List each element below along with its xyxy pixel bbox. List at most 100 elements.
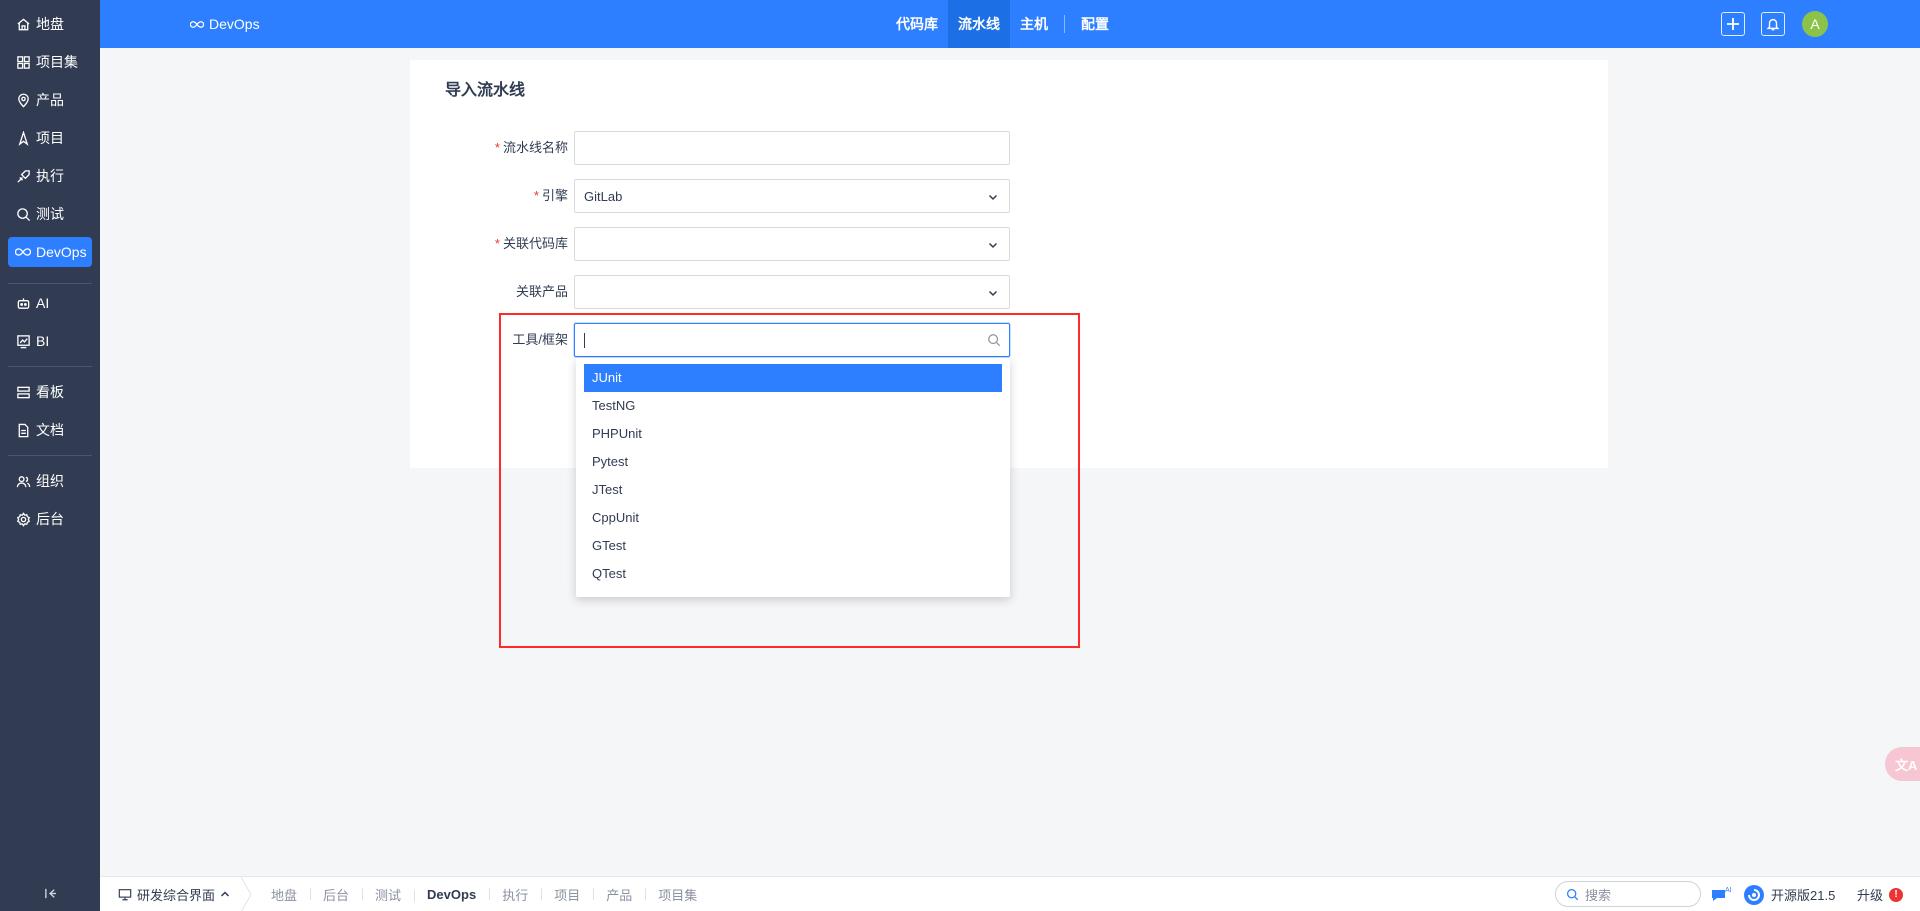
sidebar-item-label: DevOps xyxy=(36,244,87,260)
nav-pipeline[interactable]: 流水线 xyxy=(948,0,1010,48)
app-tab-product[interactable]: 产品 xyxy=(593,885,645,904)
dropdown-option[interactable]: PHPUnit xyxy=(584,420,1002,448)
sidebar-item-label: 项目集 xyxy=(36,54,78,70)
infinity-icon xyxy=(190,20,204,29)
text-caret xyxy=(584,332,585,348)
sidebar-item-label: 项目 xyxy=(36,130,64,146)
engine-select[interactable]: GitLab xyxy=(574,179,1010,213)
sidebar-item-bi[interactable]: BI xyxy=(8,326,92,356)
sidebar-divider xyxy=(8,455,92,456)
notification-button[interactable] xyxy=(1761,12,1785,36)
nav-config[interactable]: 配置 xyxy=(1071,0,1119,48)
app-tab-test[interactable]: 测试 xyxy=(362,885,414,904)
nav-separator xyxy=(1064,15,1065,33)
monitor-icon xyxy=(118,888,132,901)
sidebar-item-label: 执行 xyxy=(36,168,64,184)
repo-select[interactable] xyxy=(574,227,1010,261)
tool-framework-dropdown: JUnit TestNG PHPUnit Pytest JTest CppUni… xyxy=(576,358,1010,597)
upgrade-button[interactable]: 升级 ! xyxy=(1857,877,1904,911)
sidebar-item-admin[interactable]: 后台 xyxy=(8,504,92,534)
sidebar-item-label: 组织 xyxy=(36,473,64,489)
avatar[interactable]: A xyxy=(1802,11,1828,37)
sidebar-item-label: 看板 xyxy=(36,384,64,400)
sidebar-item-label: 产品 xyxy=(36,92,64,108)
rocket-icon xyxy=(15,130,31,146)
nav-repo[interactable]: 代码库 xyxy=(886,0,948,48)
field-label: 关联产品 xyxy=(515,284,568,299)
collapse-left-icon xyxy=(44,888,56,898)
sidebar-item-kanban[interactable]: 看板 xyxy=(8,377,92,407)
sidebar-item-devops[interactable]: DevOps xyxy=(8,237,92,267)
sidebar-item-label: BI xyxy=(36,333,50,349)
robot-icon xyxy=(15,295,31,311)
launch-icon xyxy=(15,168,31,184)
chevron-down-icon xyxy=(988,290,998,297)
sidebar-item-test[interactable]: 测试 xyxy=(8,199,92,229)
create-button[interactable] xyxy=(1721,12,1745,36)
translate-float-button[interactable]: 文A xyxy=(1885,747,1920,781)
search-icon xyxy=(1566,888,1579,901)
search-test-icon xyxy=(15,206,31,222)
ai-chat-icon[interactable]: AI xyxy=(1710,885,1734,903)
open-apps-tabs: 地盘 后台 测试 DevOps 执行 项目 产品 项目集 xyxy=(258,885,710,904)
sidebar-item-program[interactable]: 项目集 xyxy=(8,47,92,77)
top-header: DevOps 代码库 流水线 主机 配置 A xyxy=(100,0,1920,48)
app-tab-execution[interactable]: 执行 xyxy=(489,885,541,904)
sidebar-item-label: 地盘 xyxy=(36,16,64,32)
chevron-down-icon xyxy=(988,194,998,201)
sidebar-item-org[interactable]: 组织 xyxy=(8,466,92,496)
location-icon xyxy=(15,92,31,108)
svg-text:AI: AI xyxy=(1725,887,1732,894)
sidebar-item-ai[interactable]: AI xyxy=(8,288,92,318)
chart-icon xyxy=(15,333,31,349)
dropdown-option[interactable]: GTest xyxy=(584,532,1002,560)
product-select[interactable] xyxy=(574,275,1010,309)
dropdown-option[interactable]: QTest xyxy=(584,560,1002,588)
dropdown-option[interactable]: JUnit xyxy=(584,364,1002,392)
zentao-logo-icon xyxy=(1743,884,1765,906)
pipeline-name-input[interactable] xyxy=(574,131,1010,165)
dropdown-option[interactable]: JTest xyxy=(584,476,1002,504)
field-label: * 关联代码库 xyxy=(494,236,568,251)
nav-host[interactable]: 主机 xyxy=(1010,0,1058,48)
sidebar-item-label: 文档 xyxy=(36,422,64,438)
field-tool-framework: 工具/框架 xyxy=(410,323,1010,357)
app-tab-program[interactable]: 项目集 xyxy=(645,885,710,904)
global-search-input[interactable]: 搜索 xyxy=(1555,881,1701,907)
app-tab-admin[interactable]: 后台 xyxy=(310,885,362,904)
app-tab-project[interactable]: 项目 xyxy=(541,885,593,904)
bottom-bar: 研发综合界面 地盘 后台 测试 DevOps 执行 项目 产品 项目集 搜索 A… xyxy=(100,876,1920,911)
field-engine: * 引擎 GitLab xyxy=(410,179,1010,213)
sidebar-divider xyxy=(8,283,92,284)
tool-framework-search-input[interactable] xyxy=(574,323,1010,357)
workspace-switcher[interactable]: 研发综合界面 xyxy=(100,877,240,911)
page-title: 导入流水线 xyxy=(445,82,526,99)
chevron-down-icon xyxy=(988,242,998,249)
alert-badge: ! xyxy=(1889,887,1904,902)
sidebar-item-label: 后台 xyxy=(36,511,64,527)
field-label: 工具/框架 xyxy=(512,332,568,347)
sidebar-item-label: 测试 xyxy=(36,206,64,222)
app-tab-devops[interactable]: DevOps xyxy=(414,887,489,902)
sidebar-item-project[interactable]: 项目 xyxy=(8,123,92,153)
collapse-sidebar-button[interactable] xyxy=(40,883,60,903)
app-tab-dashboard[interactable]: 地盘 xyxy=(258,885,310,904)
dropdown-option[interactable]: TestNG xyxy=(584,392,1002,420)
sidebar-item-dashboard[interactable]: 地盘 xyxy=(8,9,92,39)
home-icon xyxy=(15,16,31,32)
sidebar-item-product[interactable]: 产品 xyxy=(8,85,92,115)
plus-icon xyxy=(1727,18,1739,30)
search-icon xyxy=(988,334,1001,347)
version-info[interactable]: 开源版21.5 xyxy=(1743,877,1835,911)
sidebar-item-execution[interactable]: 执行 xyxy=(8,161,92,191)
dropdown-option[interactable]: CppUnit xyxy=(584,504,1002,532)
breadcrumb-separator xyxy=(240,876,252,911)
field-label: * 流水线名称 xyxy=(494,140,568,155)
field-product: 关联产品 xyxy=(410,275,1010,309)
people-icon xyxy=(15,473,31,489)
dropdown-option[interactable]: Pytest xyxy=(584,448,1002,476)
field-pipeline-name: * 流水线名称 xyxy=(410,131,1010,165)
sidebar-item-doc[interactable]: 文档 xyxy=(8,415,92,445)
sidebar-divider xyxy=(8,366,92,367)
bell-icon xyxy=(1766,18,1780,31)
